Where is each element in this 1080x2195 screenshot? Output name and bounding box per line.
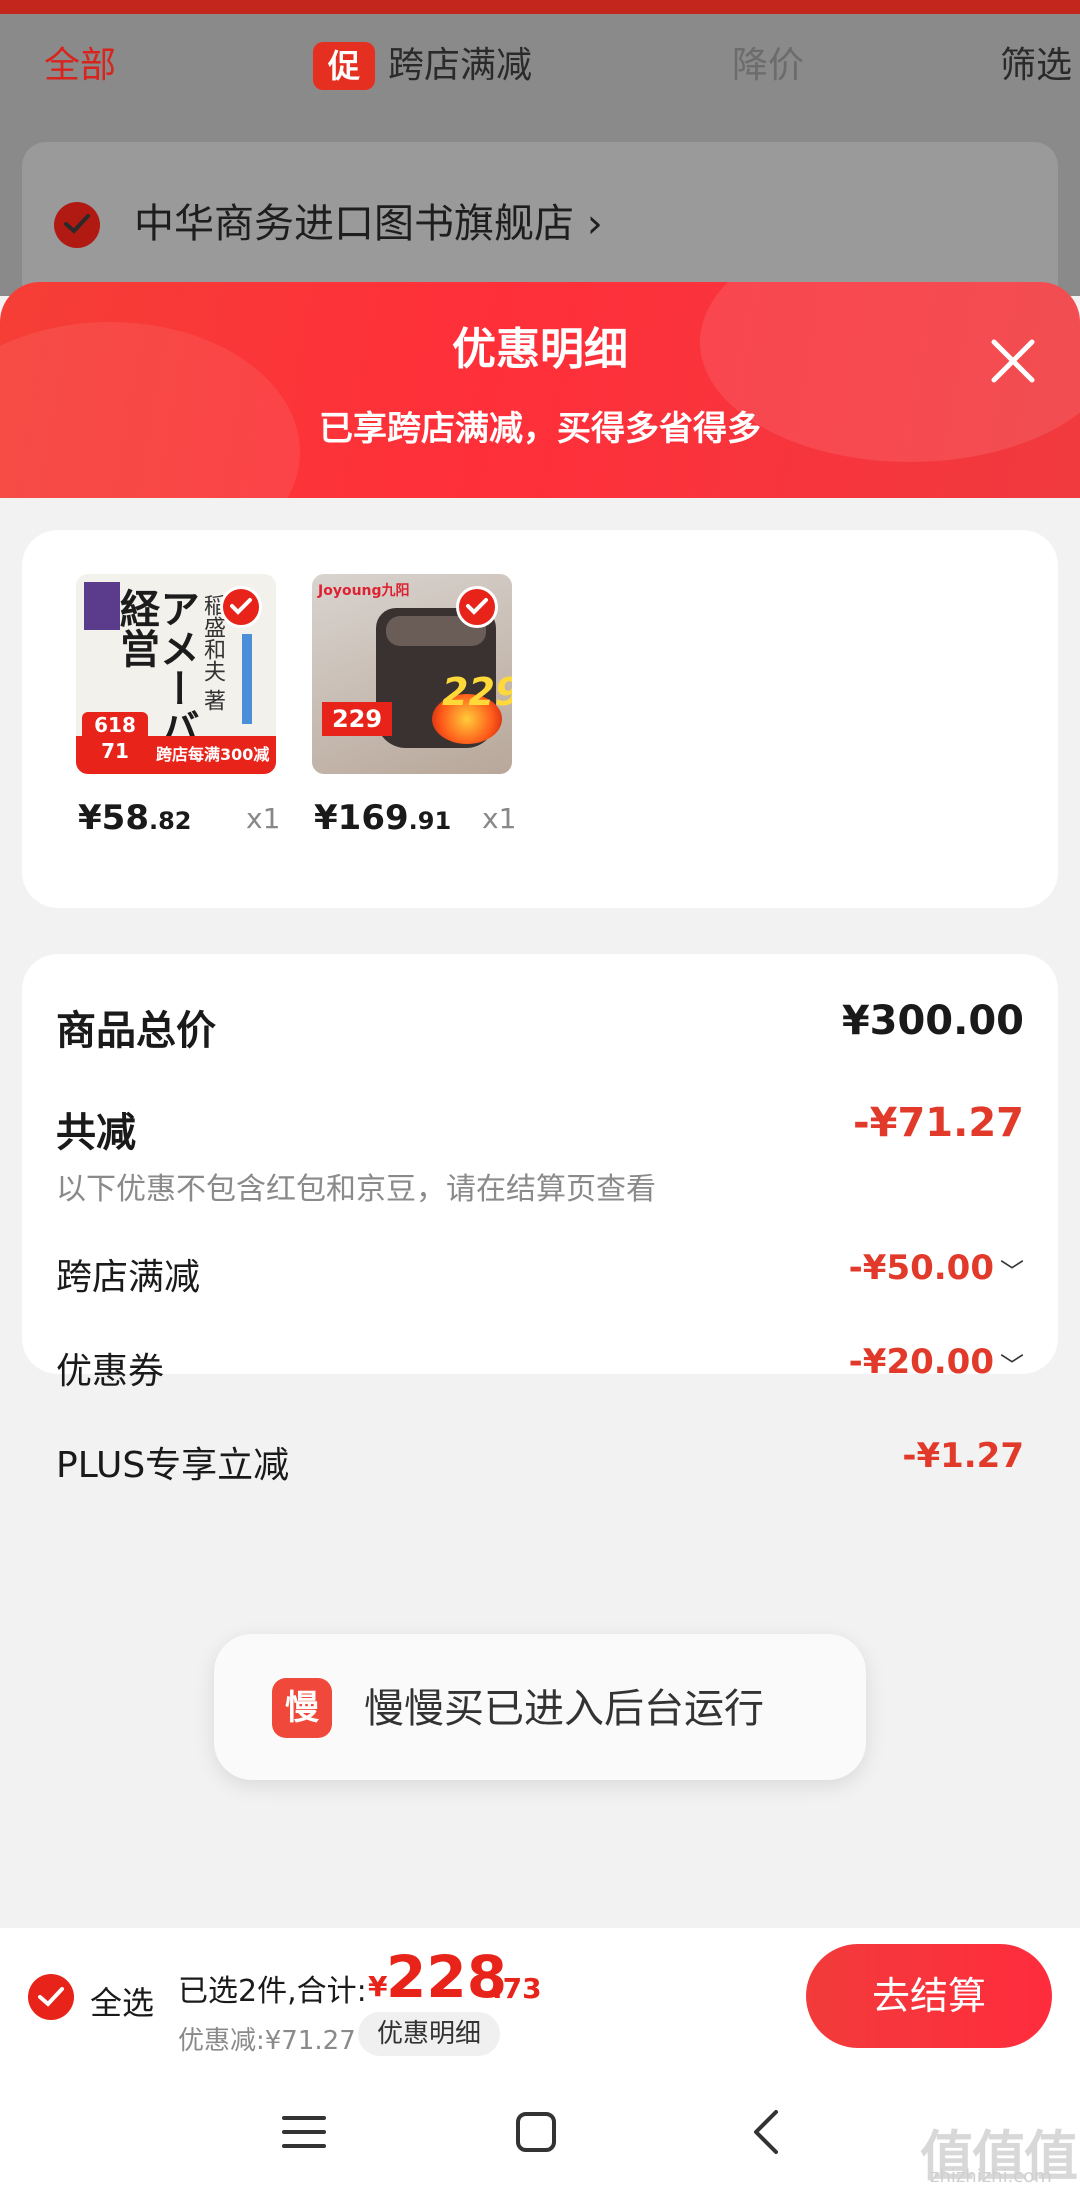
tab-all[interactable]: 全部 — [44, 44, 116, 88]
discount-note: 以下优惠不包含红包和京豆，请在结算页查看 — [56, 1172, 656, 1207]
app-icon: 慢 — [272, 1678, 332, 1738]
total-amount: 228 — [386, 1943, 508, 2011]
home-icon[interactable] — [506, 2102, 566, 2162]
tab-price-drop[interactable]: 降价 — [732, 44, 804, 88]
discount-value: -¥1.27 — [902, 1436, 1024, 1476]
cover-big-price: 229 — [442, 670, 512, 714]
product-image[interactable]: アメーバ経営 稲盛和夫 著 跨店每满300减50 618 71 — [76, 574, 276, 774]
products-card: アメーバ経営 稲盛和夫 著 跨店每满300减50 618 71 ¥58.82 x… — [22, 530, 1058, 908]
selected-count-text: 已选2件,合计: — [178, 1974, 367, 2009]
watermark-url: zhizhizhi.com — [930, 2166, 1052, 2187]
check-icon — [220, 586, 262, 628]
toast-message: 慢慢买已进入后台运行 — [364, 1686, 764, 1732]
total-price-label: 商品总价 — [56, 1008, 216, 1054]
product-qty: x1 — [482, 802, 517, 835]
check-icon — [456, 586, 498, 628]
product-item[interactable]: Joyoung九阳 229 229 — [312, 574, 512, 774]
sheet-title: 优惠明细 — [452, 324, 628, 375]
status-strip — [0, 0, 1080, 14]
discount-sheet-header: 优惠明细 已享跨店满减，买得多省得多 — [0, 282, 1080, 498]
chevron-down-icon[interactable]: ﹀ — [1000, 1346, 1024, 1381]
cover-price-tag: 618 71 — [82, 712, 148, 768]
total-decimal: .73 — [492, 1972, 542, 2005]
reduce-label: 共减 — [56, 1110, 136, 1156]
total-currency: ¥ — [368, 1970, 388, 2003]
back-icon[interactable] — [738, 2102, 798, 2162]
product-item[interactable]: アメーバ経営 稲盛和夫 著 跨店每满300减50 618 71 — [76, 574, 276, 774]
checkout-bar: 全选 已选2件,合计: ¥ 228 .73 优惠减:¥71.27 优惠明细 去结… — [0, 1928, 1080, 2064]
close-icon[interactable] — [980, 328, 1046, 394]
product-price: ¥58.82 — [78, 798, 192, 838]
discount-value: -¥20.00 ﹀ — [848, 1342, 1024, 1382]
reduce-value: -¥71.27 — [853, 1100, 1024, 1146]
background-toast: 慢 慢慢买已进入后台运行 — [214, 1634, 866, 1780]
store-section: 中华商务进口图书旗舰店 › — [0, 126, 1080, 312]
tab-filter[interactable]: 筛选 — [1000, 44, 1072, 88]
discount-amount-text: 优惠减:¥71.27 — [178, 2026, 356, 2056]
discount-label: 跨店满减 — [56, 1257, 201, 1298]
select-all-label[interactable]: 全选 — [90, 1978, 154, 2024]
chevron-down-icon[interactable]: ﹀ — [1000, 1252, 1024, 1287]
discount-label: PLUS专享立减 — [56, 1445, 290, 1486]
total-price-value: ¥300.00 — [841, 998, 1024, 1044]
product-image[interactable]: Joyoung九阳 229 229 — [312, 574, 512, 774]
product-price: ¥169.91 — [314, 798, 452, 838]
cover-brand: Joyoung九阳 — [318, 583, 410, 599]
store-check-icon[interactable] — [54, 202, 100, 248]
menu-icon[interactable] — [274, 2102, 334, 2162]
discount-value: -¥50.00 ﹀ — [848, 1248, 1024, 1288]
checkout-button[interactable]: 去结算 — [806, 1944, 1052, 2048]
promo-badge-icon: 促 — [313, 42, 375, 90]
tab-cross-store[interactable]: 跨店满减 — [388, 44, 532, 88]
select-all-check-icon[interactable] — [28, 1974, 74, 2020]
sheet-subtitle: 已享跨店满减，买得多省得多 — [319, 409, 761, 449]
price-summary-card: 商品总价 ¥300.00 共减 -¥71.27 以下优惠不包含红包和京豆，请在结… — [22, 954, 1058, 1486]
discount-label: 优惠券 — [56, 1351, 165, 1392]
product-qty: x1 — [246, 802, 281, 835]
filter-tabs: 全部 促 跨店满减 降价 筛选 — [0, 14, 1080, 126]
discount-detail-button[interactable]: 优惠明细 — [358, 2012, 500, 2056]
cover-price-tag: 229 — [322, 702, 392, 736]
system-nav-bar — [0, 2064, 1080, 2195]
store-name[interactable]: 中华商务进口图书旗舰店 › — [134, 198, 603, 250]
